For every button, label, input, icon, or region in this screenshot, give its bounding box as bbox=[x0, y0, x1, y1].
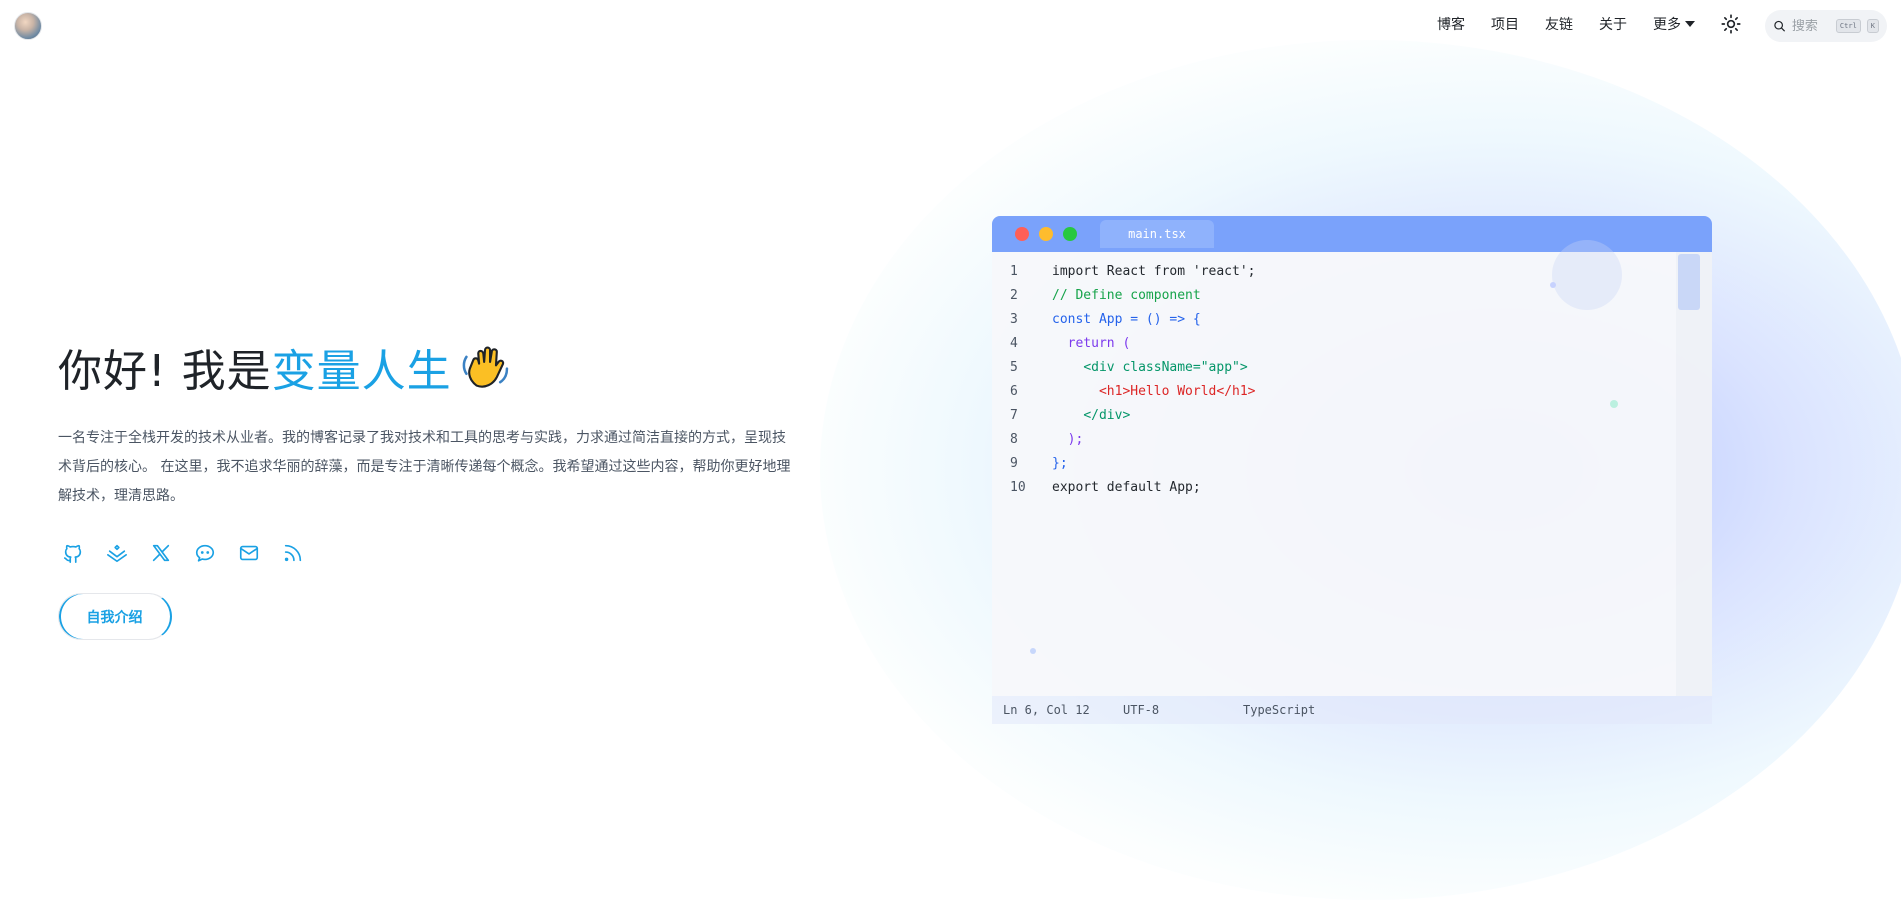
code-token: export default App; bbox=[1052, 480, 1201, 495]
hero-description: 一名专注于全栈开发的技术从业者。我的博客记录了我对技术和工具的思考与实践，力求通… bbox=[58, 430, 791, 504]
code-token: }; bbox=[1052, 456, 1068, 471]
scroll-thumb[interactable] bbox=[1678, 254, 1700, 310]
code-token: const App = () => { bbox=[1052, 312, 1201, 327]
nav-item-projects[interactable]: 项目 bbox=[1491, 14, 1519, 34]
hero-title: 你好! 我是 变量人生 bbox=[58, 335, 512, 399]
nav-more-label: 更多 bbox=[1653, 17, 1681, 33]
status-encoding: UTF-8 bbox=[1123, 703, 1160, 717]
status-language: TypeScript bbox=[1243, 703, 1316, 717]
code-line: 1 import React from 'react'; bbox=[992, 260, 1672, 284]
code-token: <div className="app"> bbox=[1083, 360, 1248, 375]
code-line: 7 </div> bbox=[992, 404, 1672, 428]
avatar[interactable] bbox=[14, 12, 42, 40]
code-token: // Define component bbox=[1052, 288, 1201, 303]
juejin-icon[interactable] bbox=[106, 542, 128, 564]
code-line: 3 const App = () => { bbox=[992, 308, 1672, 332]
search-input[interactable] bbox=[1791, 18, 1830, 34]
editor-scrollbar[interactable] bbox=[1676, 252, 1712, 696]
nav-item-more[interactable]: 更多 bbox=[1653, 14, 1695, 34]
kbd-k: K bbox=[1866, 19, 1879, 33]
code-line: 2 // Define component bbox=[992, 284, 1672, 308]
editor-statusbar: Ln 6, Col 12 UTF-8 TypeScript bbox=[992, 696, 1712, 724]
code-area[interactable]: 1 import React from 'react'; 2 // Define co… bbox=[992, 260, 1672, 500]
social-links bbox=[62, 542, 304, 564]
line-number: 6 bbox=[1010, 384, 1018, 399]
header: 博客 项目 友链 关于 更多 Ctrl K bbox=[0, 0, 1901, 50]
code-line: 4 return ( bbox=[992, 332, 1672, 356]
line-number: 3 bbox=[1010, 312, 1018, 327]
line-number: 5 bbox=[1010, 360, 1018, 375]
line-number: 4 bbox=[1010, 336, 1018, 351]
nav-item-blog[interactable]: 博客 bbox=[1437, 14, 1465, 34]
nav-bar: 博客 项目 友链 关于 更多 bbox=[1437, 14, 1741, 34]
decorative-dot bbox=[1030, 648, 1036, 654]
mail-icon[interactable] bbox=[238, 542, 260, 564]
sun-icon[interactable] bbox=[1721, 14, 1741, 34]
kbd-ctrl: Ctrl bbox=[1835, 19, 1861, 33]
nav-item-about[interactable]: 关于 bbox=[1599, 14, 1627, 34]
code-token: <h1>Hello World</h1> bbox=[1098, 384, 1256, 399]
code-editor: main.tsx 1 import React from 'react'; 2 // … bbox=[992, 216, 1712, 724]
status-cursor-position: Ln 6, Col 12 bbox=[1003, 703, 1090, 717]
window-minimize-dot[interactable] bbox=[1039, 227, 1053, 241]
waving-hand-icon bbox=[462, 346, 508, 388]
line-number: 2 bbox=[1010, 288, 1018, 303]
line-number: 7 bbox=[1010, 408, 1018, 423]
window-maximize-dot[interactable] bbox=[1063, 227, 1077, 241]
editor-body: 1 import React from 'react'; 2 // Define co… bbox=[992, 240, 1712, 696]
code-line: 5 <div className="app"> bbox=[992, 356, 1672, 380]
code-token: ); bbox=[1067, 432, 1084, 447]
code-token: import React from 'react'; bbox=[1052, 264, 1256, 279]
hero-name: 变量人生 bbox=[271, 346, 452, 397]
search-box[interactable]: Ctrl K bbox=[1765, 10, 1887, 42]
code-line: 8 ); bbox=[992, 428, 1672, 452]
github-icon[interactable] bbox=[62, 542, 84, 564]
code-token: </div> bbox=[1083, 408, 1131, 423]
line-number: 8 bbox=[1010, 432, 1018, 447]
code-line: 9}; bbox=[992, 452, 1672, 476]
hero-greeting: 你好! 我是 bbox=[58, 346, 272, 397]
search-icon bbox=[1774, 20, 1785, 32]
file-tab[interactable]: main.tsx bbox=[1100, 220, 1214, 248]
line-number: 10 bbox=[1010, 480, 1026, 495]
code-line: 10 export default App; bbox=[992, 476, 1672, 500]
code-line: 6 <h1>Hello World</h1> bbox=[992, 380, 1672, 404]
nav-item-friends[interactable]: 友链 bbox=[1545, 14, 1573, 34]
line-number: 1 bbox=[1010, 264, 1018, 279]
chevron-down-icon bbox=[1685, 21, 1695, 27]
line-number: 9 bbox=[1010, 456, 1018, 471]
rss-icon[interactable] bbox=[282, 542, 304, 564]
intro-button[interactable]: 自我介绍 bbox=[58, 593, 172, 640]
code-token: return ( bbox=[1067, 336, 1131, 351]
x-icon[interactable] bbox=[150, 542, 172, 564]
window-close-dot[interactable] bbox=[1015, 227, 1029, 241]
wechat-icon[interactable] bbox=[194, 542, 216, 564]
